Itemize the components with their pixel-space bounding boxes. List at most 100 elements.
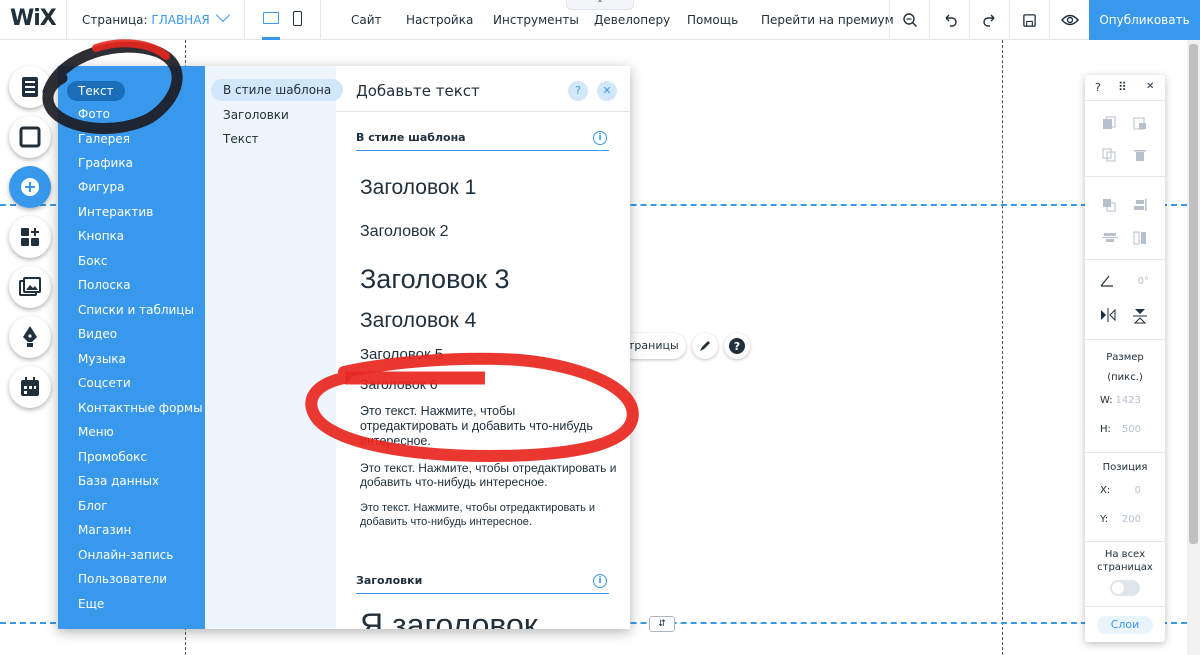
category-interactive[interactable]: Интерактив xyxy=(78,205,153,219)
category-box[interactable]: Бокс xyxy=(78,254,107,268)
menu-developer[interactable]: Девелоперу xyxy=(594,13,670,27)
toolbar-close-button[interactable]: ✕ xyxy=(1146,81,1154,92)
undo-icon[interactable] xyxy=(929,0,969,40)
match-size-icon[interactable] xyxy=(1133,231,1149,251)
x-input[interactable]: 0 xyxy=(1135,485,1141,496)
background-icon[interactable] xyxy=(9,116,51,158)
category-graphics[interactable]: Графика xyxy=(78,156,133,170)
category-photo[interactable]: Фото xyxy=(78,107,110,121)
add-icon[interactable] xyxy=(9,166,51,208)
category-social[interactable]: Соцсети xyxy=(78,376,131,390)
design-pen-icon[interactable] xyxy=(692,333,718,359)
divider xyxy=(1085,452,1165,453)
toolbar-help-button[interactable]: ? xyxy=(1095,81,1101,94)
category-menu[interactable]: Меню xyxy=(78,425,114,439)
arrange-icon[interactable] xyxy=(1102,198,1116,216)
mobile-view-icon[interactable] xyxy=(293,11,302,26)
category-text[interactable]: Текст xyxy=(67,81,125,101)
delete-icon[interactable] xyxy=(1133,148,1147,166)
height-label: H: xyxy=(1100,424,1111,435)
preview-eye-icon[interactable] xyxy=(1049,0,1089,40)
drag-handle-icon[interactable]: ⠿ xyxy=(1118,80,1127,94)
publish-button[interactable]: Опубликовать xyxy=(1089,0,1200,40)
panel-close-button[interactable]: ✕ xyxy=(597,81,617,101)
paragraph-3-preset[interactable]: Это текст. Нажмите, чтобы отредактироват… xyxy=(360,501,616,529)
collapse-topbar-tab[interactable]: ⌃ xyxy=(566,0,634,10)
menu-tools[interactable]: Инструменты xyxy=(493,13,579,27)
y-input[interactable]: 200 xyxy=(1122,514,1141,525)
media-icon[interactable] xyxy=(9,266,51,308)
bookings-icon[interactable] xyxy=(9,366,51,408)
heading-5-preset[interactable]: Заголовок 5 xyxy=(360,346,443,363)
add-elements-panel: Текст Фото Галерея Графика Фигура Интера… xyxy=(58,66,630,629)
category-members[interactable]: Пользователи xyxy=(78,572,167,586)
category-database[interactable]: База данных xyxy=(78,474,159,488)
menu-settings[interactable]: Настройка xyxy=(406,13,473,27)
heading-6-preset[interactable]: Заголовок 6 xyxy=(360,376,438,392)
subcategory-theme-text[interactable]: В стиле шаблона xyxy=(211,79,344,101)
category-music[interactable]: Музыка xyxy=(78,352,126,366)
paragraph-1-preset[interactable]: Это текст. Нажмите, чтобы отредактироват… xyxy=(360,404,610,449)
divider xyxy=(320,0,321,40)
height-input[interactable]: 500 xyxy=(1122,424,1141,435)
wix-logo[interactable]: WiX xyxy=(10,6,57,31)
menus-pages-icon[interactable] xyxy=(9,66,51,108)
heading-3-preset[interactable]: Заголовок 3 xyxy=(360,264,509,295)
category-store[interactable]: Магазин xyxy=(78,523,131,537)
help-circle-icon[interactable]: ? xyxy=(724,333,750,359)
toolbar-header: ? ⠿ ✕ xyxy=(1085,75,1165,101)
page-selector[interactable]: Страница: ГЛАВНАЯ xyxy=(82,13,210,27)
category-strip[interactable]: Полоска xyxy=(78,278,131,292)
category-button[interactable]: Кнопка xyxy=(78,229,124,243)
category-lightbox[interactable]: Промобокс xyxy=(78,450,147,464)
heading-1-preset[interactable]: Заголовок 1 xyxy=(360,176,476,200)
heading-preview-preset[interactable]: Я заголовок xyxy=(360,607,538,629)
subcategory-list: В стиле шаблона Заголовки Текст xyxy=(205,66,344,629)
category-shape[interactable]: Фигура xyxy=(78,180,125,194)
width-input[interactable]: 1423 xyxy=(1116,395,1141,406)
distribute-icon[interactable] xyxy=(1102,231,1118,249)
show-on-all-pages-label: На всех страницах xyxy=(1097,549,1153,573)
subcategory-paragraphs[interactable]: Текст xyxy=(223,132,259,146)
y-label: Y: xyxy=(1100,514,1109,525)
copy-icon[interactable] xyxy=(1102,116,1116,134)
category-lists-tables[interactable]: Списки и таблицы xyxy=(78,303,194,317)
chevron-down-icon[interactable] xyxy=(215,7,231,23)
category-bookings[interactable]: Онлайн-запись xyxy=(78,548,173,562)
menu-upgrade[interactable]: Перейти на премиум xyxy=(761,13,894,27)
info-icon[interactable]: i xyxy=(593,131,607,145)
section-resize-handle[interactable]: ⇵ xyxy=(649,616,675,632)
rotate-angle-icon[interactable] xyxy=(1100,275,1114,291)
desktop-view-icon[interactable] xyxy=(263,12,279,24)
redo-icon[interactable] xyxy=(969,0,1009,40)
flip-vertical-icon[interactable] xyxy=(1133,308,1147,328)
zoom-icon[interactable] xyxy=(889,0,929,40)
category-gallery[interactable]: Галерея xyxy=(78,132,130,146)
show-on-all-pages-toggle[interactable] xyxy=(1110,580,1140,596)
blog-pen-icon[interactable] xyxy=(9,316,51,358)
info-icon[interactable]: i xyxy=(593,574,607,588)
rotation-value[interactable]: 0° xyxy=(1138,276,1149,287)
menu-site[interactable]: Сайт xyxy=(351,13,382,27)
heading-2-preset[interactable]: Заголовок 2 xyxy=(360,223,449,241)
paragraph-2-preset[interactable]: Это текст. Нажмите, чтобы отредактироват… xyxy=(360,461,622,489)
duplicate-icon[interactable] xyxy=(1102,148,1116,166)
red-annotation-stroke xyxy=(92,39,170,60)
scrollbar-thumb[interactable] xyxy=(1189,44,1198,544)
panel-help-button[interactable]: ? xyxy=(568,81,588,101)
category-more[interactable]: Еще xyxy=(78,597,104,611)
menu-help[interactable]: Помощь xyxy=(687,13,738,27)
apps-icon[interactable] xyxy=(9,216,51,258)
flip-horizontal-icon[interactable] xyxy=(1100,308,1116,326)
category-contact-forms[interactable]: Контактные формы xyxy=(78,401,203,415)
section-label-theme: В стиле шаблона xyxy=(356,131,466,144)
save-icon[interactable] xyxy=(1009,0,1049,40)
category-video[interactable]: Видео xyxy=(78,327,117,341)
align-right-icon[interactable] xyxy=(1133,198,1149,218)
category-blog[interactable]: Блог xyxy=(78,499,108,513)
heading-4-preset[interactable]: Заголовок 4 xyxy=(360,309,476,333)
paste-icon[interactable] xyxy=(1133,116,1147,134)
subcategory-headings[interactable]: Заголовки xyxy=(223,108,289,122)
divider xyxy=(244,0,245,40)
layers-button[interactable]: Слои xyxy=(1097,616,1153,634)
